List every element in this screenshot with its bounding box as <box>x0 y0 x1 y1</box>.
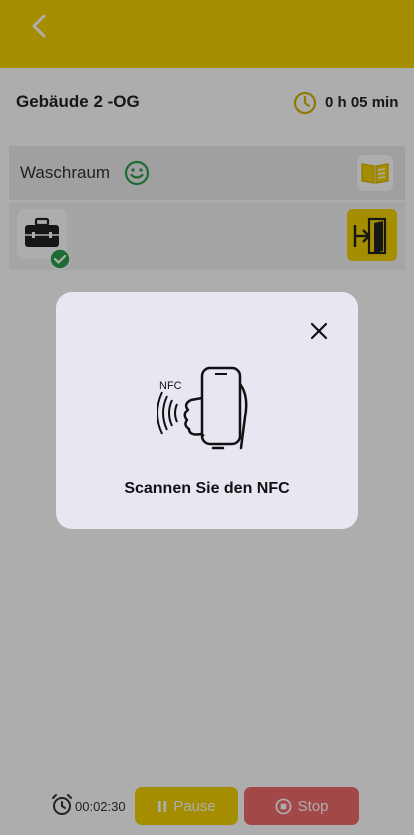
nfc-phone-icon: NFC <box>157 366 248 450</box>
nfc-scan-message: Scannen Sie den NFC <box>124 480 290 497</box>
close-icon[interactable] <box>306 318 332 344</box>
nfc-scan-dialog: NFC Scannen Sie den NFC <box>56 292 358 529</box>
nfc-label: NFC <box>159 380 182 392</box>
